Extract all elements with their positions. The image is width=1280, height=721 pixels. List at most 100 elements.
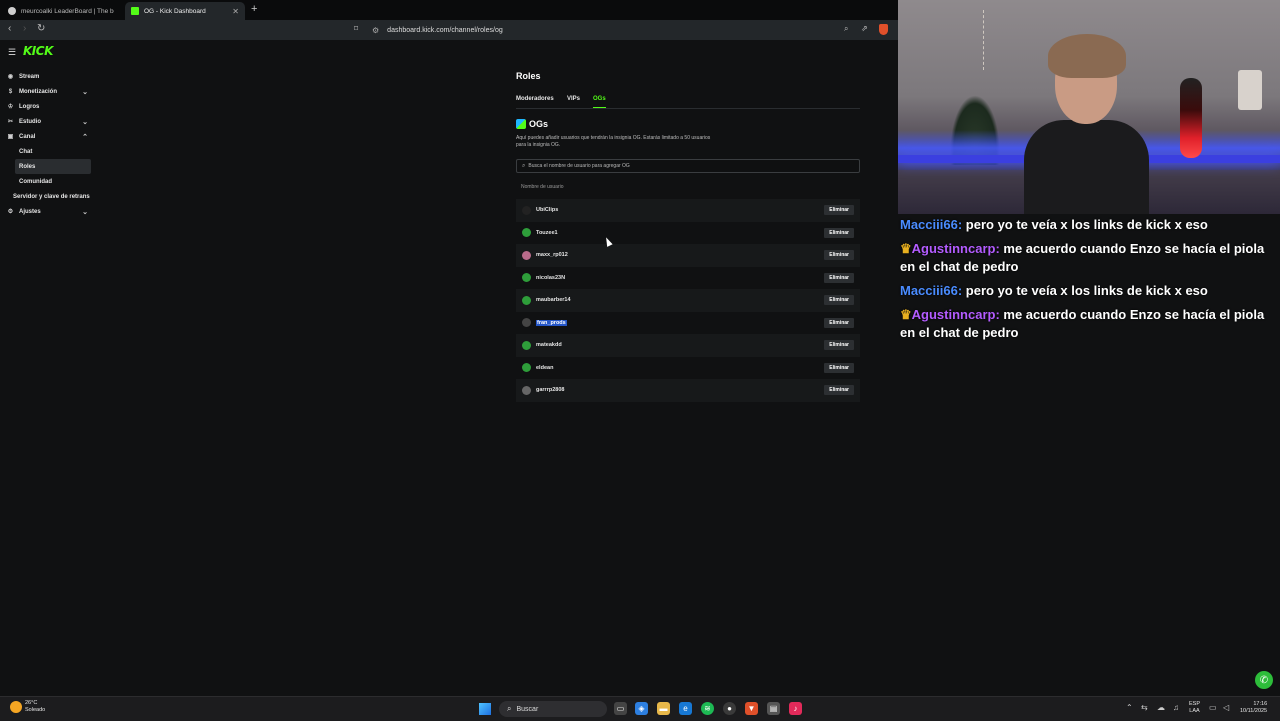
browser-tab-bar: meurcoalki LeaderBoard | The best ( OG -… — [0, 0, 898, 20]
zoom-search-icon[interactable]: ⌕ — [844, 24, 848, 34]
sidebar-item-server-key[interactable]: Servidor y clave de retrans — [0, 189, 96, 204]
table-row: Touzee1 Eliminar — [516, 222, 860, 245]
close-tab-icon[interactable]: ✕ — [232, 7, 239, 16]
support-chat-icon[interactable]: ✆ — [1255, 671, 1273, 689]
brave-icon[interactable]: ▼ — [745, 702, 758, 715]
spotify-icon[interactable]: ≋ — [701, 702, 714, 715]
browser-tab-leaderboard[interactable]: meurcoalki LeaderBoard | The best ( — [2, 2, 120, 20]
mic-icon[interactable]: ♫ — [1173, 703, 1179, 712]
share-icon[interactable]: ⇗ — [861, 24, 868, 33]
studio-icon: ✂ — [7, 119, 14, 125]
stream-chat-overlay: Macciii66: pero yo te veía x los links d… — [900, 216, 1278, 348]
search-input[interactable] — [528, 163, 849, 169]
table-row: fran_prods Eliminar — [516, 312, 860, 335]
network-icon[interactable]: ☁ — [1157, 703, 1165, 712]
sidebar-item-roles[interactable]: Roles — [15, 159, 91, 174]
chat-message: ♛Agustinncarp: me acuerdo cuando Enzo se… — [900, 306, 1278, 342]
sidebar-item-label: Logros — [19, 103, 40, 110]
copilot-icon[interactable]: ◈ — [635, 702, 648, 715]
sidebar-item-label: Canal — [19, 133, 36, 140]
windows-start-icon[interactable] — [479, 703, 491, 715]
avatar — [522, 385, 531, 395]
address-bar[interactable]: ⚙ dashboard.kick.com/channel/roles/og — [372, 23, 812, 37]
sidebar-item-label: Estudio — [19, 118, 41, 125]
sidebar-item-chat[interactable]: Chat — [0, 144, 96, 159]
remove-og-button[interactable]: Eliminar — [824, 250, 854, 261]
remove-og-button[interactable]: Eliminar — [824, 317, 854, 328]
app-icon[interactable]: ▤ — [767, 702, 780, 715]
sidebar-item-estudio[interactable]: ✂ Estudio ⌄ — [0, 114, 96, 129]
remove-og-button[interactable]: Eliminar — [824, 272, 854, 283]
sidebar-item-canal[interactable]: ▣ Canal ⌃ — [0, 129, 96, 144]
bookmark-icon[interactable]: ⌑ — [354, 24, 358, 33]
edge-icon[interactable]: e — [679, 702, 692, 715]
remove-og-button[interactable]: Eliminar — [824, 205, 854, 216]
column-header: Nombre de usuario — [521, 184, 564, 190]
file-explorer-icon[interactable]: ▬ — [657, 702, 670, 715]
volume-icon[interactable]: ◁ — [1223, 703, 1229, 712]
avatar — [522, 295, 531, 305]
section-title: OGs — [529, 119, 549, 129]
new-tab-icon[interactable]: + — [251, 3, 257, 15]
kick-logo[interactable]: KICK — [23, 44, 53, 58]
webcam-overlay — [898, 0, 1280, 214]
avatar — [522, 340, 531, 350]
username: fran_prods — [536, 319, 567, 326]
avatar — [522, 363, 531, 373]
username: maxx_rp012 — [536, 252, 568, 259]
sun-icon — [10, 700, 22, 713]
chevron-up-icon[interactable]: ⌃ — [1126, 703, 1133, 712]
menu-icon[interactable]: ☰ — [8, 47, 16, 58]
system-clock[interactable]: 17:16 10/11/2025 — [1240, 701, 1267, 715]
weather-widget[interactable]: 26°C Soleado — [10, 700, 45, 713]
forward-icon[interactable]: › — [23, 23, 26, 34]
username: Touzee1 — [536, 229, 558, 236]
og-search-field[interactable]: ⌕ — [516, 159, 860, 173]
remove-og-button[interactable]: Eliminar — [824, 385, 854, 396]
remove-og-button[interactable]: Eliminar — [824, 362, 854, 373]
sync-icon[interactable]: ⇆ — [1141, 703, 1148, 712]
avatar — [522, 228, 531, 238]
table-row: UbiClips Eliminar — [516, 199, 860, 222]
table-row: garrrp2808 Eliminar — [516, 379, 860, 402]
tab-ogs[interactable]: OGs — [593, 96, 606, 108]
remove-og-button[interactable]: Eliminar — [824, 227, 854, 238]
reload-icon[interactable]: ↻ — [37, 23, 45, 34]
task-view-icon[interactable]: ▭ — [614, 702, 627, 715]
sidebar-item-logros[interactable]: ♔ Logros — [0, 99, 96, 114]
remove-og-button[interactable]: Eliminar — [824, 295, 854, 306]
channel-icon: ▣ — [7, 134, 14, 140]
remove-og-button[interactable]: Eliminar — [824, 340, 854, 351]
language-indicator[interactable]: ESP LAA — [1189, 701, 1200, 715]
gear-icon: ⚙ — [7, 209, 14, 215]
obs-icon[interactable]: ● — [723, 702, 736, 715]
browser-tab-kick-dashboard[interactable]: OG - Kick Dashboard ✕ — [125, 2, 245, 20]
roles-tabs: Moderadores VIPs OGs — [516, 95, 860, 109]
table-row: nicolas23N Eliminar — [516, 267, 860, 290]
streamer-body — [1024, 120, 1149, 214]
sidebar-item-ajustes[interactable]: ⚙ Ajustes ⌄ — [0, 204, 96, 219]
tab-vips[interactable]: VIPs — [567, 96, 580, 102]
kick-favicon-icon — [131, 7, 139, 15]
site-settings-icon[interactable]: ⚙ — [372, 26, 379, 35]
browser-nav-bar: ‹ › ↻ ⌑ ⚙ dashboard.kick.com/channel/rol… — [0, 20, 898, 40]
brave-shield-icon[interactable] — [879, 24, 888, 35]
tiktok-icon[interactable]: ♪ — [789, 702, 802, 715]
sidebar-item-stream[interactable]: ◉ Stream — [0, 69, 96, 84]
username: eldean — [536, 364, 554, 371]
sidebar-item-comunidad[interactable]: Comunidad — [0, 174, 96, 189]
avatar — [522, 318, 531, 328]
search-icon: ⌕ — [522, 162, 526, 169]
sidebar-nav: ◉ Stream $ Monetización ⌄ ♔ Logros ✂ Est… — [0, 69, 96, 219]
monitor-icon[interactable]: ▭ — [1209, 703, 1217, 712]
url-text: dashboard.kick.com/channel/roles/og — [387, 26, 503, 34]
sidebar-item-label: Stream — [19, 73, 40, 80]
taskbar-search[interactable]: ⌕ Buscar — [499, 701, 607, 717]
sidebar-item-monetizacion[interactable]: $ Monetización ⌄ — [0, 84, 96, 99]
tab-moderadores[interactable]: Moderadores — [516, 96, 554, 102]
username: mateakdd — [536, 342, 562, 349]
search-icon: ⌕ — [507, 704, 512, 713]
username: garrrp2808 — [536, 387, 565, 394]
sidebar-item-label: Ajustes — [19, 208, 41, 215]
back-icon[interactable]: ‹ — [8, 23, 11, 34]
